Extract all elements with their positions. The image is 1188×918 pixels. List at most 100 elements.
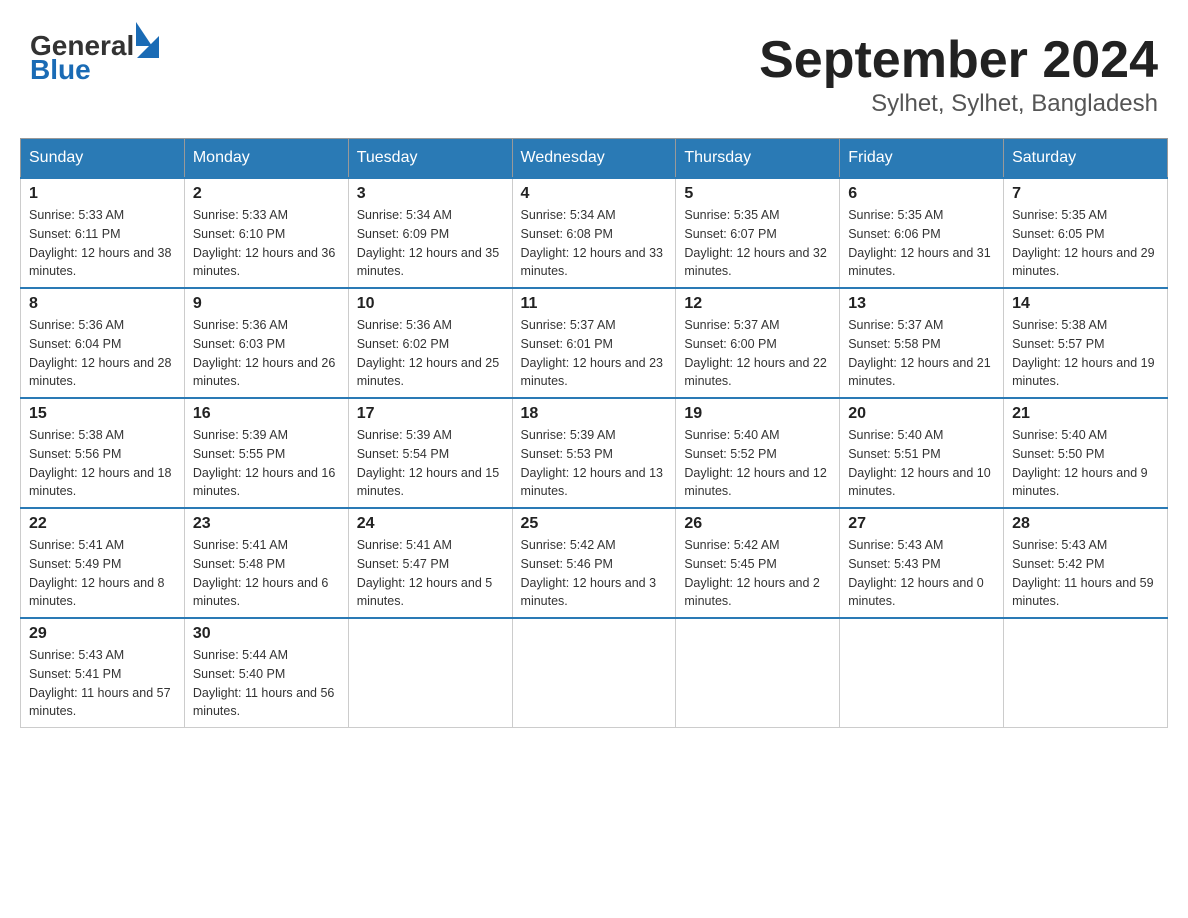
sunrise-label: Sunrise: 5:40 AM: [684, 428, 779, 442]
sunrise-label: Sunrise: 5:41 AM: [357, 538, 452, 552]
table-row: 6 Sunrise: 5:35 AM Sunset: 6:06 PM Dayli…: [840, 178, 1004, 288]
day-number: 27: [848, 515, 995, 533]
daylight-label: Daylight: 12 hours and 25 minutes.: [357, 356, 499, 389]
sunrise-label: Sunrise: 5:37 AM: [848, 318, 943, 332]
calendar-week-row: 15 Sunrise: 5:38 AM Sunset: 5:56 PM Dayl…: [21, 398, 1168, 508]
daylight-label: Daylight: 12 hours and 12 minutes.: [684, 466, 826, 499]
day-info: Sunrise: 5:43 AM Sunset: 5:41 PM Dayligh…: [29, 646, 176, 721]
table-row: 11 Sunrise: 5:37 AM Sunset: 6:01 PM Dayl…: [512, 288, 676, 398]
day-number: 2: [193, 185, 340, 203]
sunset-label: Sunset: 6:06 PM: [848, 227, 940, 241]
day-number: 6: [848, 185, 995, 203]
title-area: September 2024 Sylhet, Sylhet, Banglades…: [759, 30, 1158, 118]
sunrise-label: Sunrise: 5:42 AM: [684, 538, 779, 552]
table-row: 5 Sunrise: 5:35 AM Sunset: 6:07 PM Dayli…: [676, 178, 840, 288]
day-number: 29: [29, 625, 176, 643]
day-info: Sunrise: 5:40 AM Sunset: 5:52 PM Dayligh…: [684, 426, 831, 501]
table-row: 29 Sunrise: 5:43 AM Sunset: 5:41 PM Dayl…: [21, 618, 185, 728]
daylight-label: Daylight: 11 hours and 57 minutes.: [29, 686, 171, 719]
daylight-label: Daylight: 12 hours and 5 minutes.: [357, 576, 493, 609]
sunset-label: Sunset: 5:51 PM: [848, 447, 940, 461]
sunset-label: Sunset: 6:11 PM: [29, 227, 121, 241]
day-info: Sunrise: 5:35 AM Sunset: 6:07 PM Dayligh…: [684, 206, 831, 281]
daylight-label: Daylight: 12 hours and 33 minutes.: [521, 246, 663, 279]
day-number: 13: [848, 295, 995, 313]
day-info: Sunrise: 5:38 AM Sunset: 5:56 PM Dayligh…: [29, 426, 176, 501]
month-year-title: September 2024: [759, 30, 1158, 90]
day-info: Sunrise: 5:37 AM Sunset: 6:00 PM Dayligh…: [684, 316, 831, 391]
calendar-header-row: Sunday Monday Tuesday Wednesday Thursday…: [21, 139, 1168, 179]
table-row: 23 Sunrise: 5:41 AM Sunset: 5:48 PM Dayl…: [184, 508, 348, 618]
sunset-label: Sunset: 6:01 PM: [521, 337, 613, 351]
day-info: Sunrise: 5:33 AM Sunset: 6:11 PM Dayligh…: [29, 206, 176, 281]
day-number: 16: [193, 405, 340, 423]
sunset-label: Sunset: 6:07 PM: [684, 227, 776, 241]
table-row: 2 Sunrise: 5:33 AM Sunset: 6:10 PM Dayli…: [184, 178, 348, 288]
calendar-week-row: 22 Sunrise: 5:41 AM Sunset: 5:49 PM Dayl…: [21, 508, 1168, 618]
day-info: Sunrise: 5:40 AM Sunset: 5:50 PM Dayligh…: [1012, 426, 1159, 501]
sunset-label: Sunset: 5:43 PM: [848, 557, 940, 571]
day-info: Sunrise: 5:38 AM Sunset: 5:57 PM Dayligh…: [1012, 316, 1159, 391]
sunrise-label: Sunrise: 5:34 AM: [357, 208, 452, 222]
day-number: 14: [1012, 295, 1159, 313]
day-number: 26: [684, 515, 831, 533]
sunset-label: Sunset: 5:47 PM: [357, 557, 449, 571]
sunrise-label: Sunrise: 5:36 AM: [29, 318, 124, 332]
table-row: 1 Sunrise: 5:33 AM Sunset: 6:11 PM Dayli…: [21, 178, 185, 288]
sunrise-label: Sunrise: 5:43 AM: [848, 538, 943, 552]
sunset-label: Sunset: 5:54 PM: [357, 447, 449, 461]
sunset-label: Sunset: 6:02 PM: [357, 337, 449, 351]
calendar-week-row: 29 Sunrise: 5:43 AM Sunset: 5:41 PM Dayl…: [21, 618, 1168, 728]
header-saturday: Saturday: [1004, 139, 1168, 179]
day-info: Sunrise: 5:41 AM Sunset: 5:49 PM Dayligh…: [29, 536, 176, 611]
sunrise-label: Sunrise: 5:44 AM: [193, 648, 288, 662]
daylight-label: Daylight: 12 hours and 21 minutes.: [848, 356, 990, 389]
sunset-label: Sunset: 5:52 PM: [684, 447, 776, 461]
table-row: 17 Sunrise: 5:39 AM Sunset: 5:54 PM Dayl…: [348, 398, 512, 508]
table-row: 20 Sunrise: 5:40 AM Sunset: 5:51 PM Dayl…: [840, 398, 1004, 508]
day-number: 1: [29, 185, 176, 203]
day-info: Sunrise: 5:34 AM Sunset: 6:08 PM Dayligh…: [521, 206, 668, 281]
sunset-label: Sunset: 6:00 PM: [684, 337, 776, 351]
table-row: 10 Sunrise: 5:36 AM Sunset: 6:02 PM Dayl…: [348, 288, 512, 398]
sunrise-label: Sunrise: 5:35 AM: [684, 208, 779, 222]
day-number: 25: [521, 515, 668, 533]
daylight-label: Daylight: 12 hours and 36 minutes.: [193, 246, 335, 279]
daylight-label: Daylight: 11 hours and 56 minutes.: [193, 686, 335, 719]
daylight-label: Daylight: 12 hours and 28 minutes.: [29, 356, 171, 389]
sunset-label: Sunset: 5:40 PM: [193, 667, 285, 681]
table-row: [512, 618, 676, 728]
sunrise-label: Sunrise: 5:43 AM: [29, 648, 124, 662]
sunset-label: Sunset: 5:53 PM: [521, 447, 613, 461]
table-row: 24 Sunrise: 5:41 AM Sunset: 5:47 PM Dayl…: [348, 508, 512, 618]
sunset-label: Sunset: 6:10 PM: [193, 227, 285, 241]
sunrise-label: Sunrise: 5:33 AM: [29, 208, 124, 222]
sunset-label: Sunset: 5:57 PM: [1012, 337, 1104, 351]
day-info: Sunrise: 5:34 AM Sunset: 6:09 PM Dayligh…: [357, 206, 504, 281]
sunrise-label: Sunrise: 5:39 AM: [357, 428, 452, 442]
daylight-label: Daylight: 12 hours and 26 minutes.: [193, 356, 335, 389]
calendar-week-row: 8 Sunrise: 5:36 AM Sunset: 6:04 PM Dayli…: [21, 288, 1168, 398]
table-row: 4 Sunrise: 5:34 AM Sunset: 6:08 PM Dayli…: [512, 178, 676, 288]
daylight-label: Daylight: 12 hours and 15 minutes.: [357, 466, 499, 499]
day-number: 20: [848, 405, 995, 423]
table-row: 19 Sunrise: 5:40 AM Sunset: 5:52 PM Dayl…: [676, 398, 840, 508]
sunset-label: Sunset: 5:56 PM: [29, 447, 121, 461]
daylight-label: Daylight: 12 hours and 3 minutes.: [521, 576, 657, 609]
sunrise-label: Sunrise: 5:35 AM: [1012, 208, 1107, 222]
day-info: Sunrise: 5:39 AM Sunset: 5:55 PM Dayligh…: [193, 426, 340, 501]
sunrise-label: Sunrise: 5:38 AM: [1012, 318, 1107, 332]
day-number: 10: [357, 295, 504, 313]
sunset-label: Sunset: 5:41 PM: [29, 667, 121, 681]
table-row: [348, 618, 512, 728]
sunset-label: Sunset: 6:03 PM: [193, 337, 285, 351]
day-info: Sunrise: 5:41 AM Sunset: 5:47 PM Dayligh…: [357, 536, 504, 611]
sunrise-label: Sunrise: 5:37 AM: [684, 318, 779, 332]
table-row: 12 Sunrise: 5:37 AM Sunset: 6:00 PM Dayl…: [676, 288, 840, 398]
day-number: 30: [193, 625, 340, 643]
day-info: Sunrise: 5:43 AM Sunset: 5:43 PM Dayligh…: [848, 536, 995, 611]
day-number: 23: [193, 515, 340, 533]
sunset-label: Sunset: 5:46 PM: [521, 557, 613, 571]
day-info: Sunrise: 5:37 AM Sunset: 5:58 PM Dayligh…: [848, 316, 995, 391]
sunrise-label: Sunrise: 5:40 AM: [848, 428, 943, 442]
